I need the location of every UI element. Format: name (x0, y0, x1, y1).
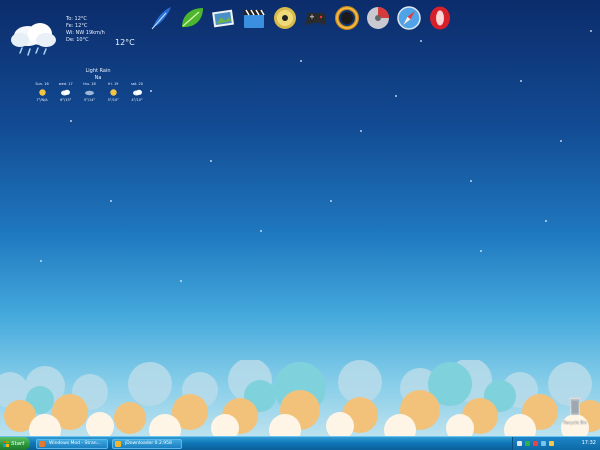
compass-icon[interactable] (396, 5, 422, 31)
forecast-day: thu. 18 5°/14° (80, 82, 100, 103)
ring-icon[interactable] (334, 5, 360, 31)
weather-line: To: 12°C (66, 16, 87, 22)
cloud-icon (61, 89, 71, 96)
forecast-day: sat. 20 4°/10° (127, 82, 147, 103)
forecast-day-label: Sun. 16 (35, 82, 49, 86)
trash-icon (569, 397, 581, 416)
forecast-day: fri. 19 5°/10° (103, 82, 123, 103)
start-label: Start (11, 440, 25, 447)
system-tray: 17:32 (512, 437, 600, 450)
windows-flag-icon (3, 440, 9, 447)
cd-icon[interactable] (272, 5, 298, 31)
forecast-day-label: fri. 19 (108, 82, 119, 86)
feather-icon[interactable] (148, 5, 174, 31)
cloud-icon (132, 89, 142, 96)
weather-line: Fe: 12°C (66, 23, 88, 29)
desktop[interactable]: To: 12°C Fe: 12°C Wi: NW 19km/h De: 10°C… (0, 0, 600, 436)
forecast-temps: 5°/10° (107, 98, 119, 102)
cloud-icon (85, 90, 94, 96)
weather-forecast: Sun. 16 7°/N/A wed. 17 6°/15° thu. 18 5°… (32, 82, 147, 103)
taskbar-button-jdownloader[interactable]: jDownloader 0.2.958 (112, 439, 182, 449)
tray-network-icon[interactable] (525, 441, 530, 446)
task-label: jDownloader 0.2.958 (125, 441, 172, 446)
tray-arrow-icon[interactable] (517, 441, 522, 446)
location-text: Na (94, 75, 102, 81)
weather-details: To: 12°C Fe: 12°C Wi: NW 19km/h De: 10°C (66, 16, 105, 44)
weather-gadget[interactable]: To: 12°C Fe: 12°C Wi: NW 19km/h De: 10°C… (8, 12, 143, 107)
dvd-icon[interactable] (365, 5, 391, 31)
tray-volume-icon[interactable] (541, 441, 546, 446)
forecast-temps: 5°/14° (83, 98, 96, 102)
taskbar: Start Windows Mod - Stran... jDownloader… (0, 436, 600, 450)
current-temperature: 12°C (115, 38, 135, 47)
start-button[interactable]: Start (0, 437, 30, 450)
gamepad-icon[interactable] (303, 5, 329, 31)
weather-line: De: 10°C (66, 37, 89, 43)
sun-icon (110, 89, 117, 96)
tray-security-icon[interactable] (533, 441, 538, 446)
leaf-icon[interactable] (179, 5, 205, 31)
tray-app-icon[interactable] (549, 441, 554, 446)
cloud-bank (0, 360, 600, 436)
weather-line: Wi: NW 19km/h (66, 30, 105, 36)
jdownloader-icon (115, 441, 121, 447)
forecast-temps: 4°/10° (131, 98, 143, 102)
rain-cloud-icon (11, 23, 56, 56)
dock (148, 2, 453, 34)
forecast-day: wed. 17 6°/15° (56, 82, 76, 103)
task-label: Windows Mod - Stran... (49, 441, 101, 446)
taskbar-clock[interactable]: 17:32 (582, 440, 596, 446)
clapperboard-icon[interactable] (241, 5, 267, 31)
forecast-day: Sun. 16 7°/N/A (32, 82, 52, 103)
weather-condition: Light Rain Na (68, 68, 128, 82)
forecast-temps: 6°/15° (60, 98, 72, 102)
sun-icon (38, 89, 46, 96)
recycle-bin[interactable]: Recycle Bin (558, 394, 592, 425)
forecast-day-label: wed. 17 (58, 82, 73, 86)
taskbar-button-windows-mod[interactable]: Windows Mod - Stran... (36, 439, 108, 449)
firefox-icon (39, 441, 45, 447)
forecast-temps: 7°/N/A (36, 98, 48, 102)
forecast-day-label: thu. 18 (83, 82, 96, 86)
recycle-bin-label: Recycle Bin (563, 420, 587, 425)
photo-icon[interactable] (210, 5, 236, 31)
condition-text: Light Rain (85, 68, 111, 74)
forecast-day-label: sat. 20 (130, 82, 144, 86)
opera-icon[interactable] (427, 5, 453, 31)
